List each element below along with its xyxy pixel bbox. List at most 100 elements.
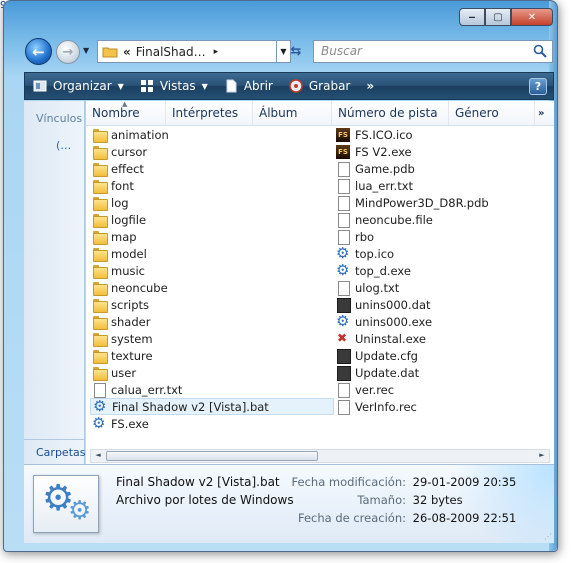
search-input[interactable]: Buscar <box>313 40 553 63</box>
scroll-left-icon[interactable]: ◄ <box>92 451 104 461</box>
file-name: effect <box>111 161 144 176</box>
file-list-item[interactable]: Update.dat <box>334 364 552 381</box>
folders-toggle[interactable]: Carpetas <box>36 446 85 459</box>
details-label: Fecha de creación: <box>297 511 406 525</box>
column-header-overflow[interactable]: » <box>535 101 554 125</box>
column-label: Nombre <box>92 106 140 120</box>
file-list-item[interactable]: model <box>90 245 334 262</box>
file-list-item[interactable]: system <box>90 330 334 347</box>
file-list-item[interactable]: music <box>90 262 334 279</box>
file-list-item[interactable]: unins000.dat <box>334 296 552 313</box>
file-list-item[interactable]: top.ico <box>334 244 552 262</box>
history-dropdown-button[interactable]: ▼ <box>83 46 89 55</box>
file-list-item[interactable]: calua_err.txt <box>90 381 334 398</box>
refresh-button[interactable]: ⇆ <box>284 40 308 63</box>
folder-icon <box>92 366 108 381</box>
file-name: shader <box>111 314 151 329</box>
file-list-item[interactable]: Game.pdb <box>334 160 552 177</box>
horizontal-scrollbar[interactable]: ◄ ► <box>90 449 550 463</box>
commandbar-overflow-button[interactable]: » <box>358 79 382 93</box>
favorite-links-heading[interactable]: Vínculos <box>36 112 82 125</box>
file-list-item[interactable]: lua_err.txt <box>334 177 552 194</box>
file-list-item[interactable]: texture <box>90 347 334 364</box>
views-button[interactable]: Vistas ▼ <box>132 73 216 99</box>
column-label: Género <box>455 106 499 120</box>
scrollbar-thumb[interactable] <box>106 451 318 461</box>
file-list-item[interactable]: FS.ICO.ico <box>334 126 552 143</box>
command-bar: Organizar ▼ Vistas ▼ Abrir Grabar » ? <box>24 72 554 100</box>
file-list-item[interactable]: ulog.txt <box>334 279 552 296</box>
folder-icon <box>92 179 108 194</box>
address-bar[interactable]: « FinalShad… ▸ <box>97 40 277 63</box>
burn-button[interactable]: Grabar <box>281 73 359 99</box>
arrow-left-icon: ← <box>32 42 45 61</box>
file-list-item[interactable]: ver.rec <box>334 381 552 398</box>
column-header-track-number[interactable]: Número de pista <box>332 101 449 125</box>
chevron-down-icon: ▼ <box>117 81 124 91</box>
organize-button[interactable]: Organizar ▼ <box>25 73 132 99</box>
details-row-size: Tamaño: 32 bytes <box>224 493 462 507</box>
breadcrumb-overflow[interactable]: « <box>123 45 131 59</box>
file-list-item[interactable]: Update.cfg <box>334 347 552 364</box>
folder-icon <box>92 264 108 279</box>
file-list-item[interactable]: effect <box>90 160 334 177</box>
close-button[interactable]: ✕ <box>511 8 553 26</box>
column-header-row: ▲ Nombre Intérpretes Álbum Número de pis… <box>86 100 554 126</box>
file-list-item[interactable]: log <box>90 194 334 211</box>
document-icon <box>336 229 351 245</box>
resize-grip-icon[interactable]: ⋰ <box>544 532 552 541</box>
column-header-album[interactable]: Álbum <box>253 101 332 125</box>
details-value: 26-08-2009 22:51 <box>412 511 517 525</box>
scroll-right-icon[interactable]: ► <box>536 451 548 461</box>
open-button[interactable]: Abrir <box>216 73 281 99</box>
file-list-item[interactable]: font <box>90 177 334 194</box>
folder-icon <box>92 281 108 296</box>
file-list-item[interactable]: animation <box>90 126 334 143</box>
breadcrumb-current[interactable]: FinalShad… <box>136 45 206 59</box>
file-list-item[interactable]: FS.exe <box>90 414 334 432</box>
file-name: FS V2.exe <box>355 144 412 159</box>
minimize-button[interactable]: ‒ <box>459 8 485 26</box>
forward-button[interactable]: → <box>56 40 80 64</box>
file-list-item[interactable]: rbo <box>334 228 552 245</box>
file-list-item[interactable]: Final Shadow v2 [Vista].bat <box>90 397 334 415</box>
search-icon[interactable] <box>533 44 547 58</box>
file-name: unins000.exe <box>355 314 433 329</box>
file-list-item[interactable]: cursor <box>90 143 334 160</box>
folder-icon <box>102 46 118 58</box>
file-list-item[interactable]: scripts <box>90 296 334 313</box>
explorer-window: ‒ ▢ ✕ ← → ▼ « FinalShad… ▸ ▼ ⇆ Buscar Or… <box>3 0 558 552</box>
column-header-name[interactable]: ▲ Nombre <box>86 100 166 125</box>
file-list-item[interactable]: map <box>90 228 334 245</box>
column-label: Número de pista <box>338 106 438 120</box>
file-name: log <box>111 195 129 210</box>
file-list-item[interactable]: neoncube <box>90 279 334 296</box>
maximize-button[interactable]: ▢ <box>485 8 511 26</box>
breadcrumb-arrow-icon[interactable]: ▸ <box>214 47 219 57</box>
nav-divider <box>24 439 85 440</box>
help-button[interactable]: ? <box>529 78 547 95</box>
file-list-item[interactable]: logfile <box>90 211 334 228</box>
file-list-item[interactable]: top_d.exe <box>334 261 552 279</box>
folder-icon <box>92 145 108 160</box>
file-list-item[interactable]: VerInfo.rec <box>334 398 552 415</box>
favorite-links-more[interactable]: (… <box>56 139 71 152</box>
file-list-item[interactable]: unins000.exe <box>334 312 552 330</box>
column-header-genre[interactable]: Género <box>449 101 535 125</box>
file-list-item[interactable]: FS V2.exe <box>334 143 552 160</box>
data-file-icon <box>336 348 351 364</box>
file-list-item[interactable]: shader <box>90 313 334 330</box>
document-icon <box>336 280 351 296</box>
folder-icon <box>92 213 108 228</box>
column-header-artists[interactable]: Intérpretes <box>166 101 253 125</box>
back-button[interactable]: ← <box>25 38 52 65</box>
file-list-item[interactable]: user <box>90 364 334 381</box>
gear-icon <box>336 312 351 330</box>
file-name: user <box>111 365 137 380</box>
details-label: Tamaño: <box>357 493 406 507</box>
file-list-item[interactable]: neoncube.file <box>334 211 552 228</box>
file-list-item[interactable]: MindPower3D_D8R.pdb <box>334 194 552 211</box>
file-list-item[interactable]: Uninstal.exe <box>334 330 552 347</box>
details-label: Fecha modificación: <box>291 475 406 489</box>
details-value: 29-01-2009 20:35 <box>412 475 517 489</box>
